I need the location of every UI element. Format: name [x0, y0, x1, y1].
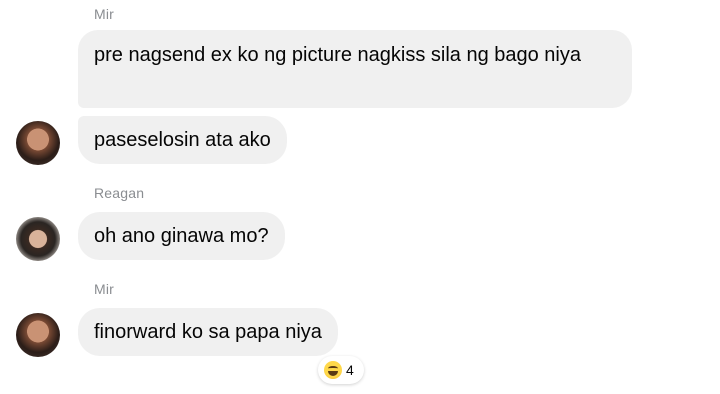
- message-bubble[interactable]: paseselosin ata ako: [78, 116, 287, 164]
- avatar[interactable]: [16, 121, 60, 165]
- message-text: oh ano ginawa mo?: [94, 225, 269, 247]
- sender-name: Mir: [94, 6, 115, 22]
- message-text: finorward ko sa papa niya: [94, 321, 322, 343]
- avatar[interactable]: [16, 217, 60, 261]
- avatar[interactable]: [16, 313, 60, 357]
- message-text: paseselosin ata ako: [94, 129, 271, 151]
- reaction-count: 4: [346, 362, 354, 378]
- message-bubble[interactable]: oh ano ginawa mo?: [78, 212, 285, 260]
- message-bubble[interactable]: finorward ko sa papa niya: [78, 308, 338, 356]
- laughing-face-icon: [324, 361, 342, 379]
- sender-name: Mir: [94, 281, 115, 297]
- reaction-badge[interactable]: 4: [318, 356, 364, 384]
- message-bubble[interactable]: pre nagsend ex ko ng picture nagkiss sil…: [78, 30, 632, 108]
- message-text: pre nagsend ex ko ng picture nagkiss sil…: [94, 44, 581, 66]
- sender-name: Reagan: [94, 185, 145, 201]
